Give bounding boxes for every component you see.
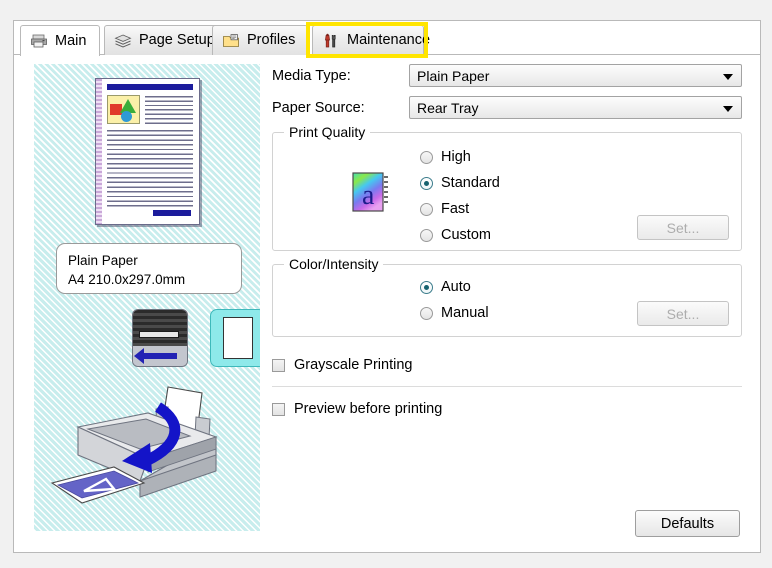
color-intensity-options: Auto Manual bbox=[420, 274, 489, 326]
tab-main-label: Main bbox=[55, 32, 87, 49]
tab-page-setup[interactable]: Page Setup bbox=[104, 25, 226, 55]
print-preview-pane: Plain Paper A4 210.0x297.0mm bbox=[34, 64, 260, 531]
paper-source-label: Paper Source: bbox=[272, 99, 365, 116]
defaults-button[interactable]: Defaults bbox=[635, 510, 740, 537]
rear-tray-feed-icon bbox=[132, 309, 188, 367]
tab-strip: Main Page Setup Profiles Maintenance bbox=[14, 21, 760, 58]
chevron-down-icon bbox=[723, 105, 733, 112]
preview-before-printing-checkbox[interactable]: Preview before printing bbox=[272, 397, 742, 421]
media-type-value: Plain Paper bbox=[417, 67, 490, 84]
media-type-label: Media Type: bbox=[272, 67, 351, 84]
sheet-shape bbox=[223, 317, 253, 359]
chevron-down-icon bbox=[723, 73, 733, 80]
paper-source-value: Rear Tray bbox=[417, 99, 479, 116]
color-manual-label: Manual bbox=[441, 305, 489, 321]
paper-source-row: Paper Source: Rear Tray bbox=[272, 96, 742, 119]
document-title-bar bbox=[107, 84, 193, 90]
printer-paper-path-illustration bbox=[50, 386, 218, 504]
color-option-auto[interactable]: Auto bbox=[420, 274, 489, 300]
color-option-manual[interactable]: Manual bbox=[420, 300, 489, 326]
radio-fast[interactable] bbox=[420, 202, 433, 216]
color-intensity-set-button[interactable]: Set... bbox=[637, 301, 729, 326]
folder-card-icon bbox=[223, 33, 239, 47]
quality-high-label: High bbox=[441, 149, 471, 165]
print-quality-set-button[interactable]: Set... bbox=[637, 215, 729, 240]
media-type-row: Media Type: Plain Paper bbox=[272, 64, 742, 87]
paper-sheet-icon bbox=[210, 309, 260, 367]
print-quality-options: High Standard Fast Custom bbox=[420, 144, 500, 248]
quality-option-fast[interactable]: Fast bbox=[420, 196, 500, 222]
quality-page-a-icon: a bbox=[352, 172, 388, 212]
feeder-direction-bar bbox=[133, 346, 187, 366]
layers-icon bbox=[114, 34, 132, 48]
radio-auto[interactable] bbox=[420, 280, 433, 294]
document-text-lines-body bbox=[107, 130, 193, 209]
printer-icon bbox=[31, 34, 47, 48]
options-divider bbox=[272, 386, 742, 387]
grayscale-printing-checkbox[interactable]: Grayscale Printing bbox=[272, 353, 742, 377]
document-text-lines-top bbox=[145, 96, 193, 124]
media-type-select[interactable]: Plain Paper bbox=[409, 64, 742, 87]
feeder-slot bbox=[139, 331, 179, 338]
printer-properties-dialog: Main Page Setup Profiles Maintenance Pla… bbox=[13, 20, 761, 553]
grayscale-printing-row: Grayscale Printing bbox=[272, 353, 742, 377]
radio-standard[interactable] bbox=[420, 176, 433, 190]
preview-before-printing-label: Preview before printing bbox=[294, 401, 443, 417]
document-binding-edge bbox=[96, 79, 102, 224]
tab-maintenance-label: Maintenance bbox=[347, 32, 431, 49]
radio-high[interactable] bbox=[420, 150, 433, 164]
quality-custom-label: Custom bbox=[441, 227, 491, 243]
quality-fast-label: Fast bbox=[441, 201, 470, 217]
tab-main[interactable]: Main bbox=[20, 25, 100, 57]
document-footer-bar bbox=[153, 210, 191, 216]
screenshot-root: Main Page Setup Profiles Maintenance Pla… bbox=[0, 0, 772, 568]
quality-option-custom[interactable]: Custom bbox=[420, 222, 500, 248]
quality-option-high[interactable]: High bbox=[420, 144, 500, 170]
preview-before-printing-row: Preview before printing bbox=[272, 397, 742, 421]
document-thumbnail bbox=[95, 78, 200, 225]
grayscale-printing-label: Grayscale Printing bbox=[294, 357, 413, 373]
paper-info-box: Plain Paper A4 210.0x297.0mm bbox=[56, 243, 242, 294]
tab-maintenance[interactable]: Maintenance bbox=[312, 25, 430, 55]
svg-text:a: a bbox=[362, 180, 375, 211]
radio-manual[interactable] bbox=[420, 306, 433, 320]
color-intensity-title: Color/Intensity bbox=[284, 256, 384, 272]
radio-custom[interactable] bbox=[420, 228, 433, 242]
tab-profiles-label: Profiles bbox=[247, 32, 296, 49]
color-auto-label: Auto bbox=[441, 279, 471, 295]
paper-source-select[interactable]: Rear Tray bbox=[409, 96, 742, 119]
print-quality-group: Print Quality a High Standard Fast Custo… bbox=[272, 124, 742, 251]
tools-icon bbox=[324, 33, 336, 47]
tab-profiles[interactable]: Profiles bbox=[212, 25, 308, 55]
checkbox-box[interactable] bbox=[272, 402, 285, 416]
paper-name: Plain Paper bbox=[68, 253, 138, 268]
feeder-body bbox=[133, 310, 187, 348]
quality-standard-label: Standard bbox=[441, 175, 500, 191]
color-intensity-group: Color/Intensity Auto Manual Set... bbox=[272, 256, 742, 337]
quality-option-standard[interactable]: Standard bbox=[420, 170, 500, 196]
paper-source-icons bbox=[132, 309, 260, 367]
print-quality-title: Print Quality bbox=[284, 124, 371, 140]
document-image-placeholder bbox=[107, 95, 140, 124]
tab-page-setup-label: Page Setup bbox=[139, 32, 215, 49]
blue-circle-shape bbox=[121, 111, 132, 122]
main-tab-controls: Media Type: Plain Paper Paper Source: Re… bbox=[272, 64, 742, 421]
paper-size: A4 210.0x297.0mm bbox=[68, 272, 186, 288]
checkbox-box[interactable] bbox=[272, 358, 285, 372]
left-arrow-icon bbox=[134, 348, 177, 364]
